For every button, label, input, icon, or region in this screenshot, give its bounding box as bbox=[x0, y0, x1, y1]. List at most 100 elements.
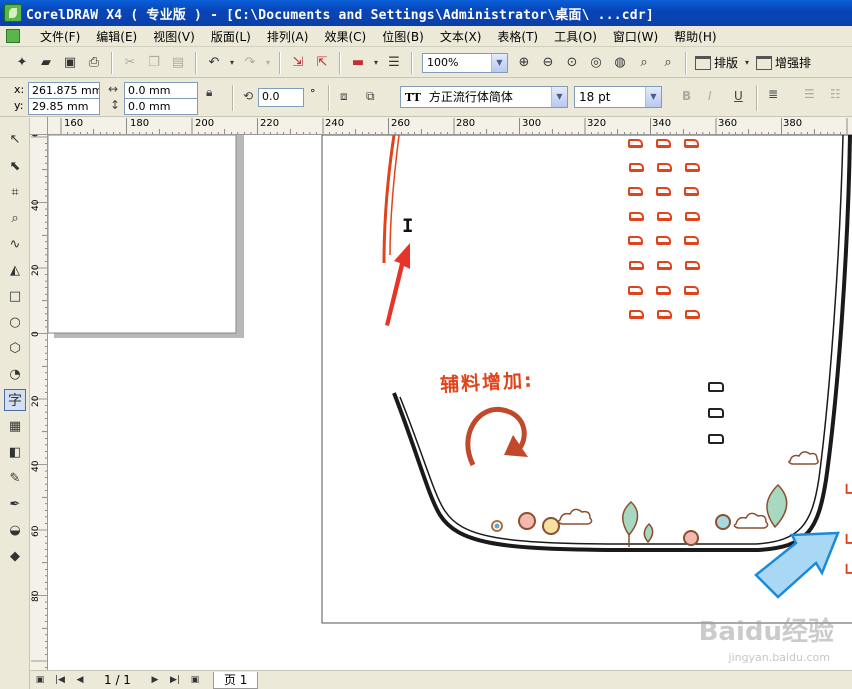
zoom-page-icon[interactable]: ◍ bbox=[609, 52, 631, 74]
drop-cap-icon[interactable]: ☷ bbox=[830, 87, 841, 101]
bold-icon[interactable]: B bbox=[682, 89, 691, 103]
insert-page-before-icon[interactable]: ▣ bbox=[33, 673, 47, 687]
rotation-angle-field[interactable]: 0.0 bbox=[258, 88, 304, 107]
rectangle-tool-icon[interactable]: □ bbox=[4, 285, 26, 307]
lock-ratio-icon[interactable]: 🔒︎ bbox=[206, 85, 212, 100]
freehand-tool-icon[interactable]: ∿ bbox=[4, 233, 26, 255]
coreldraw-app-icon[interactable] bbox=[4, 4, 22, 22]
ruler-label: 200 bbox=[195, 118, 215, 129]
font-size-select[interactable]: 18 pt ▼ bbox=[574, 86, 662, 108]
layout-dropdown-icon[interactable]: ▾ bbox=[742, 52, 752, 74]
redo-dropdown-icon[interactable]: ▾ bbox=[263, 52, 273, 74]
copy-icon[interactable]: ❐ bbox=[143, 52, 165, 74]
text-align-icon[interactable]: ≣ bbox=[768, 87, 778, 101]
print-icon[interactable]: ⎙ bbox=[83, 52, 105, 74]
cropped-orange-text: ∟ bbox=[844, 480, 852, 499]
toolbar-separator bbox=[685, 51, 687, 74]
menu-bitmaps[interactable]: 位图(B) bbox=[374, 28, 432, 45]
orange-flag-mark bbox=[629, 310, 644, 319]
menu-text[interactable]: 文本(X) bbox=[432, 28, 490, 45]
interactive-blend-tool-icon[interactable]: ◧ bbox=[4, 441, 26, 463]
outline-tool-icon[interactable]: ✒ bbox=[4, 493, 26, 515]
zoom-level-select[interactable]: 100% ▼ bbox=[422, 52, 508, 73]
menu-effects[interactable]: 效果(C) bbox=[316, 28, 374, 45]
mirror-vertical-icon[interactable]: ⧉ bbox=[366, 89, 375, 104]
cut-icon[interactable]: ✂ bbox=[119, 52, 141, 74]
vertical-ruler[interactable]: 60 40 20 0 20 40 60 80 bbox=[30, 135, 48, 670]
smart-fill-tool-icon[interactable]: ◭ bbox=[4, 259, 26, 281]
zoom-in-icon[interactable]: ⊕ bbox=[513, 52, 535, 74]
import-icon[interactable]: ⇲ bbox=[287, 52, 309, 74]
x-position-field[interactable]: 261.875 mm bbox=[28, 82, 100, 99]
polygon-tool-icon[interactable]: ⬡ bbox=[4, 337, 26, 359]
menu-table[interactable]: 表格(T) bbox=[489, 28, 546, 45]
menu-file[interactable]: 文件(F) bbox=[32, 28, 88, 45]
y-position-field[interactable]: 29.85 mm bbox=[28, 98, 100, 115]
chevron-down-icon[interactable]: ▼ bbox=[551, 87, 567, 107]
enhance-button-label: 增强排 bbox=[775, 56, 812, 70]
export-icon[interactable]: ⇱ bbox=[311, 52, 333, 74]
document-icon[interactable] bbox=[6, 29, 20, 43]
page-tab-1[interactable]: 页 1 bbox=[212, 671, 259, 689]
pick-tool-icon[interactable]: ↖ bbox=[4, 128, 26, 150]
interactive-fill-tool-icon[interactable]: ◆ bbox=[4, 545, 26, 567]
last-page-icon[interactable]: ▶| bbox=[168, 673, 182, 687]
save-icon[interactable]: ▣ bbox=[59, 52, 81, 74]
zoom-all-icon[interactable]: ◎ bbox=[585, 52, 607, 74]
ruler-origin[interactable] bbox=[30, 117, 48, 135]
table-tool-icon[interactable]: ▦ bbox=[4, 415, 26, 437]
insert-page-after-icon[interactable]: ▣ bbox=[188, 673, 202, 687]
menu-tools[interactable]: 工具(O) bbox=[546, 28, 605, 45]
layout-button[interactable]: 排版 bbox=[692, 52, 741, 74]
chevron-down-icon[interactable]: ▼ bbox=[491, 53, 507, 72]
open-icon[interactable]: ▰ bbox=[35, 52, 57, 74]
underline-icon[interactable]: U bbox=[734, 89, 743, 103]
propbar-separator bbox=[756, 85, 758, 111]
launcher-dropdown-icon[interactable]: ▾ bbox=[371, 52, 381, 74]
zoom-tool-icon[interactable]: ⌕ bbox=[4, 207, 26, 229]
ellipse-tool-icon[interactable]: ○ bbox=[4, 311, 26, 333]
menu-view[interactable]: 视图(V) bbox=[145, 28, 203, 45]
height-field[interactable]: 0.0 mm bbox=[124, 98, 198, 115]
basic-shapes-tool-icon[interactable]: ◔ bbox=[4, 363, 26, 385]
ruler-label: 340 bbox=[652, 118, 672, 129]
zoom-height-icon[interactable]: ⌕ bbox=[657, 52, 679, 74]
zoom-width-icon[interactable]: ⌕ bbox=[633, 52, 655, 74]
fill-tool-icon[interactable]: ◒ bbox=[4, 519, 26, 541]
menu-arrange[interactable]: 排列(A) bbox=[259, 28, 317, 45]
application-launcher-icon[interactable]: ▬ bbox=[347, 52, 369, 74]
next-page-icon[interactable]: ▶ bbox=[148, 673, 162, 687]
menu-window[interactable]: 窗口(W) bbox=[605, 28, 666, 45]
font-family-select[interactable]: TT 方正流行体简体 ▼ bbox=[400, 86, 568, 108]
drawing-canvas[interactable]: ∟ ∟ ∟ 辅料增加: I Baidu经验 jingyan.baidu.com bbox=[48, 135, 852, 670]
width-field[interactable]: 0.0 mm bbox=[124, 82, 198, 99]
previous-page-icon[interactable]: ◀ bbox=[73, 673, 87, 687]
text-tool-icon[interactable]: 字 bbox=[4, 389, 26, 411]
shape-tool-icon[interactable]: ⬉ bbox=[4, 155, 26, 177]
zoom-out-icon[interactable]: ⊖ bbox=[537, 52, 559, 74]
italic-icon[interactable]: I bbox=[708, 89, 712, 103]
bullet-list-icon[interactable]: ☰ bbox=[804, 87, 815, 101]
toolbar-separator bbox=[411, 51, 413, 74]
orange-flag-mark bbox=[628, 187, 643, 196]
horizontal-ruler[interactable]: 160 180 200 220 240 260 280 300 320 340 … bbox=[48, 117, 852, 135]
zoom-selected-icon[interactable]: ⊙ bbox=[561, 52, 583, 74]
undo-dropdown-icon[interactable]: ▾ bbox=[227, 52, 237, 74]
eyedropper-tool-icon[interactable]: ✎ bbox=[4, 467, 26, 489]
menu-help[interactable]: 帮助(H) bbox=[666, 28, 724, 45]
welcome-screen-icon[interactable]: ☰ bbox=[383, 52, 405, 74]
redo-icon[interactable]: ↷ bbox=[239, 52, 261, 74]
enhance-button[interactable]: 增强排 bbox=[753, 52, 814, 74]
mirror-horizontal-icon[interactable]: ⧈ bbox=[340, 89, 348, 104]
paste-icon[interactable]: ▤ bbox=[167, 52, 189, 74]
new-icon[interactable]: ✦ bbox=[11, 52, 33, 74]
window-title: CorelDRAW X4 ( 专业版 ) - [C:\Documents and… bbox=[26, 7, 654, 23]
chevron-down-icon[interactable]: ▼ bbox=[645, 87, 661, 107]
undo-icon[interactable]: ↶ bbox=[203, 52, 225, 74]
menu-edit[interactable]: 编辑(E) bbox=[88, 28, 145, 45]
first-page-icon[interactable]: |◀ bbox=[53, 673, 67, 687]
menu-layout[interactable]: 版面(L) bbox=[203, 28, 259, 45]
ruler-label: 180 bbox=[130, 118, 150, 129]
crop-tool-icon[interactable]: ⌗ bbox=[4, 181, 26, 203]
extra-material-label[interactable]: 辅料增加: bbox=[439, 366, 535, 398]
